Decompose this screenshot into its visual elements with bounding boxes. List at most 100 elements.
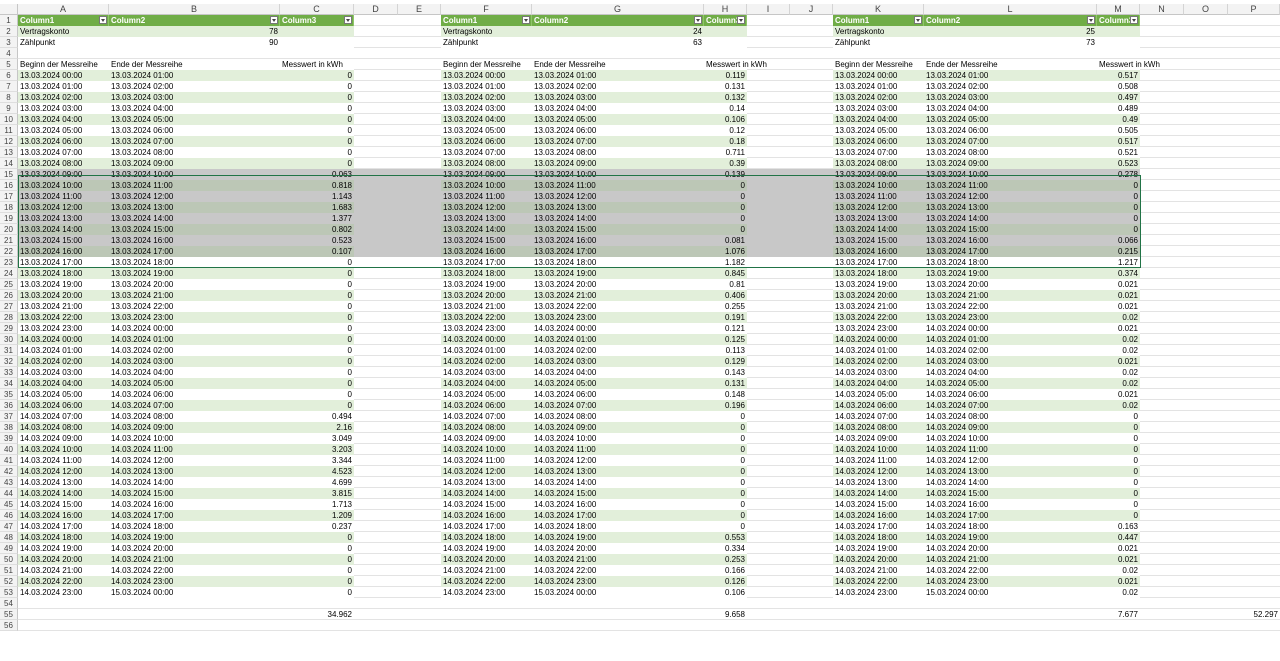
kwh-value-cell[interactable]: 0 — [704, 477, 747, 488]
kwh-value-cell[interactable]: 0 — [280, 532, 354, 543]
selected-empty-cell[interactable] — [747, 180, 790, 191]
end-cell[interactable]: 13.03.2024 12:00 — [109, 191, 280, 202]
end-cell[interactable]: 14.03.2024 22:00 — [109, 565, 280, 576]
end-cell[interactable]: 14.03.2024 20:00 — [532, 543, 704, 554]
kwh-value-cell[interactable]: 0.021 — [1097, 279, 1140, 290]
end-cell[interactable]: 14.03.2024 12:00 — [532, 455, 704, 466]
row-header[interactable]: 56 — [0, 620, 18, 631]
begin-cell[interactable]: 13.03.2024 04:00 — [833, 114, 924, 125]
end-cell[interactable]: 14.03.2024 13:00 — [109, 466, 280, 477]
begin-cell[interactable]: 14.03.2024 01:00 — [833, 345, 924, 356]
kwh-value-cell[interactable]: 0.237 — [280, 521, 354, 532]
begin-cell[interactable]: 13.03.2024 02:00 — [833, 92, 924, 103]
filter-dropdown-icon[interactable] — [99, 16, 107, 24]
begin-cell[interactable]: 13.03.2024 23:00 — [441, 323, 532, 334]
kwh-value-cell[interactable]: 0 — [280, 125, 354, 136]
begin-cell[interactable]: 14.03.2024 22:00 — [441, 576, 532, 587]
end-cell[interactable]: 13.03.2024 08:00 — [924, 147, 1097, 158]
begin-cell[interactable]: 13.03.2024 00:00 — [441, 70, 532, 81]
end-cell[interactable]: 14.03.2024 02:00 — [532, 345, 704, 356]
selected-empty-cell[interactable] — [790, 213, 833, 224]
kwh-value-cell[interactable]: 0 — [280, 378, 354, 389]
end-cell[interactable]: 13.03.2024 02:00 — [109, 81, 280, 92]
selected-empty-cell[interactable] — [790, 246, 833, 257]
end-cell[interactable]: 14.03.2024 22:00 — [924, 565, 1097, 576]
begin-cell[interactable]: 14.03.2024 23:00 — [18, 587, 109, 598]
kwh-value-cell[interactable]: 0.02 — [1097, 345, 1140, 356]
column-header-b[interactable]: B — [109, 4, 280, 15]
kwh-value-cell[interactable]: 0.066 — [1097, 235, 1140, 246]
end-cell[interactable]: 13.03.2024 23:00 — [109, 312, 280, 323]
row-header[interactable]: 45 — [0, 499, 18, 510]
selected-empty-cell[interactable] — [398, 224, 441, 235]
begin-cell[interactable]: 14.03.2024 12:00 — [441, 466, 532, 477]
kwh-value-cell[interactable]: 0.02 — [1097, 378, 1140, 389]
vertragskonto-value[interactable]: 24 — [532, 26, 704, 37]
end-cell[interactable]: 13.03.2024 08:00 — [109, 147, 280, 158]
begin-cell[interactable]: 13.03.2024 07:00 — [833, 147, 924, 158]
kwh-value-cell[interactable]: 0.255 — [704, 301, 747, 312]
begin-cell[interactable]: 14.03.2024 17:00 — [441, 521, 532, 532]
begin-cell[interactable]: 14.03.2024 01:00 — [441, 345, 532, 356]
begin-cell[interactable]: 14.03.2024 18:00 — [18, 532, 109, 543]
kwh-value-cell[interactable]: 0.334 — [704, 543, 747, 554]
column-title-end[interactable]: Ende der Messreihe — [109, 59, 280, 70]
begin-cell[interactable]: 14.03.2024 08:00 — [833, 422, 924, 433]
end-cell[interactable]: 13.03.2024 09:00 — [924, 158, 1097, 169]
kwh-value-cell[interactable]: 3.815 — [280, 488, 354, 499]
begin-cell[interactable]: 14.03.2024 10:00 — [833, 444, 924, 455]
row-header[interactable]: 46 — [0, 510, 18, 521]
kwh-value-cell[interactable]: 0.508 — [1097, 81, 1140, 92]
end-cell[interactable]: 13.03.2024 13:00 — [109, 202, 280, 213]
table-header-cell[interactable]: Column1 — [833, 15, 924, 26]
end-cell[interactable]: 13.03.2024 01:00 — [109, 70, 280, 81]
kwh-value-cell[interactable]: 3.049 — [280, 433, 354, 444]
kwh-value-cell[interactable]: 1.076 — [704, 246, 747, 257]
table-header-cell[interactable]: Column3 — [704, 15, 747, 26]
row-header[interactable]: 5 — [0, 59, 18, 70]
row-header[interactable]: 2 — [0, 26, 18, 37]
kwh-value-cell[interactable]: 4.699 — [280, 477, 354, 488]
end-cell[interactable]: 14.03.2024 14:00 — [532, 477, 704, 488]
kwh-value-cell[interactable]: 0.081 — [704, 235, 747, 246]
kwh-value-cell[interactable]: 0.497 — [1097, 92, 1140, 103]
begin-cell[interactable]: 13.03.2024 06:00 — [18, 136, 109, 147]
row-header[interactable]: 32 — [0, 356, 18, 367]
sum-total-cell[interactable]: 9.658 — [704, 609, 747, 620]
end-cell[interactable]: 13.03.2024 20:00 — [532, 279, 704, 290]
begin-cell[interactable]: 13.03.2024 20:00 — [441, 290, 532, 301]
filter-dropdown-icon[interactable] — [737, 16, 745, 24]
row-header[interactable]: 8 — [0, 92, 18, 103]
begin-cell[interactable]: 14.03.2024 11:00 — [18, 455, 109, 466]
begin-cell[interactable]: 13.03.2024 20:00 — [18, 290, 109, 301]
kwh-value-cell[interactable]: 0.021 — [1097, 323, 1140, 334]
kwh-value-cell[interactable]: 0 — [280, 554, 354, 565]
end-cell[interactable]: 14.03.2024 14:00 — [924, 477, 1097, 488]
kwh-value-cell[interactable]: 0 — [704, 191, 747, 202]
begin-cell[interactable]: 14.03.2024 05:00 — [441, 389, 532, 400]
kwh-value-cell[interactable]: 0 — [704, 411, 747, 422]
row-header[interactable]: 30 — [0, 334, 18, 345]
end-cell[interactable]: 14.03.2024 14:00 — [109, 477, 280, 488]
begin-cell[interactable]: 14.03.2024 03:00 — [441, 367, 532, 378]
begin-cell[interactable]: 13.03.2024 16:00 — [18, 246, 109, 257]
kwh-value-cell[interactable]: 0 — [704, 224, 747, 235]
row-header[interactable]: 22 — [0, 246, 18, 257]
kwh-value-cell[interactable]: 0 — [704, 202, 747, 213]
kwh-value-cell[interactable]: 0 — [704, 510, 747, 521]
kwh-value-cell[interactable]: 0.063 — [280, 169, 354, 180]
begin-cell[interactable]: 13.03.2024 05:00 — [18, 125, 109, 136]
row-header[interactable]: 48 — [0, 532, 18, 543]
end-cell[interactable]: 14.03.2024 05:00 — [109, 378, 280, 389]
filter-dropdown-icon[interactable] — [1087, 16, 1095, 24]
begin-cell[interactable]: 13.03.2024 03:00 — [441, 103, 532, 114]
zaehlpunkt-label[interactable]: Zählpunkt — [441, 37, 532, 48]
row-header[interactable]: 40 — [0, 444, 18, 455]
row-header[interactable]: 12 — [0, 136, 18, 147]
end-cell[interactable]: 13.03.2024 22:00 — [532, 301, 704, 312]
end-cell[interactable]: 14.03.2024 16:00 — [532, 499, 704, 510]
end-cell[interactable]: 13.03.2024 16:00 — [109, 235, 280, 246]
end-cell[interactable]: 13.03.2024 05:00 — [532, 114, 704, 125]
column-header-o[interactable]: O — [1184, 4, 1228, 15]
kwh-value-cell[interactable]: 0.106 — [704, 587, 747, 598]
